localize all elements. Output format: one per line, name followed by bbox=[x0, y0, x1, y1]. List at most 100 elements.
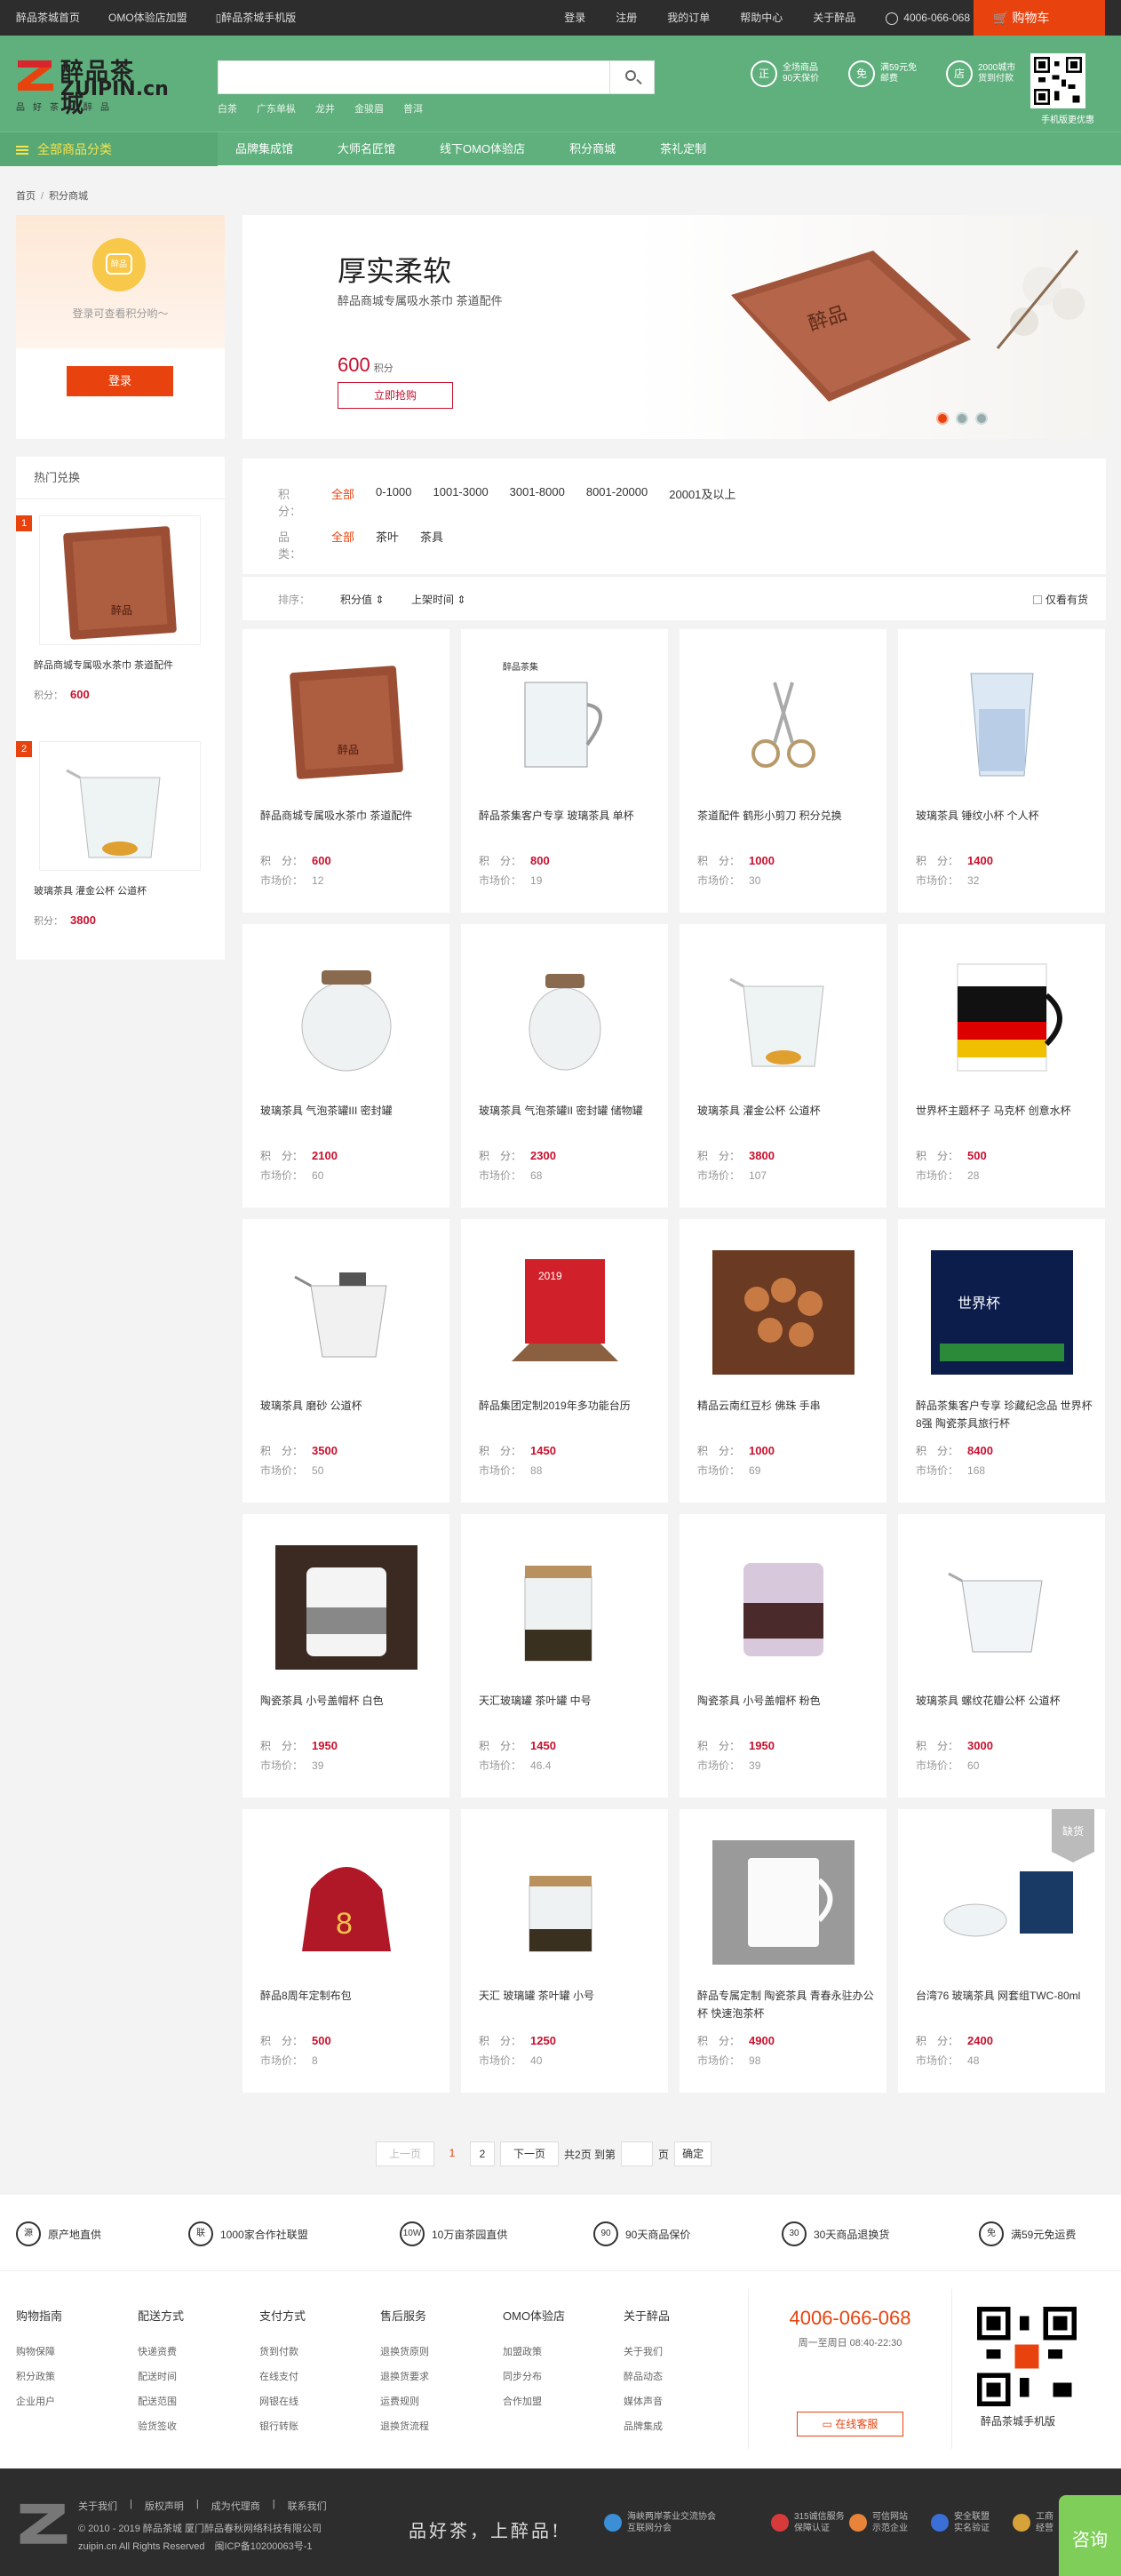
page-number[interactable]: 1 bbox=[440, 2141, 465, 2166]
nav-item-points-mall[interactable]: 积分商城 bbox=[569, 132, 616, 166]
product-card[interactable]: 玻璃茶具 气泡茶罐III 密封罐积 分： 2100 市场价： 60 bbox=[242, 924, 449, 1208]
product-card[interactable]: 天汇玻璃罐 茶叶罐 中号积 分： 1450 市场价： 46.4 bbox=[461, 1514, 668, 1798]
trust-badge[interactable]: 安全联盟 实名验证 bbox=[931, 2511, 990, 2534]
carousel-dot[interactable] bbox=[936, 412, 949, 425]
floating-consult-button[interactable]: 咨询 bbox=[1059, 2495, 1121, 2576]
product-name[interactable]: 玻璃茶具 磨砂 公道杯 bbox=[260, 1397, 438, 1415]
login-button[interactable]: 登录 bbox=[67, 366, 173, 396]
product-image-wrap[interactable] bbox=[485, 1541, 645, 1670]
footer-link[interactable]: 退换货原则 bbox=[380, 2340, 429, 2365]
hotword[interactable]: 普洱 bbox=[403, 101, 423, 116]
footer-link[interactable]: 在线支付 bbox=[259, 2365, 306, 2389]
trust-badge[interactable]: 可信网站 示范企业 bbox=[849, 2511, 908, 2534]
bottom-link-about[interactable]: 关于我们 bbox=[78, 2499, 117, 2513]
product-name[interactable]: 玻璃茶具 气泡茶罐II 密封罐 储物罐 bbox=[479, 1102, 656, 1120]
product-name[interactable]: 陶瓷茶具 小号盖帽杯 白色 bbox=[260, 1692, 438, 1710]
online-service-button[interactable]: ▭ 在线客服 bbox=[797, 2412, 903, 2436]
product-card[interactable]: 玻璃茶具 气泡茶罐II 密封罐 储物罐积 分： 2300 市场价： 68 bbox=[461, 924, 668, 1208]
search-button[interactable] bbox=[609, 61, 654, 93]
next-page-button[interactable]: 下一页 bbox=[500, 2141, 560, 2166]
footer-link[interactable]: 品牌集成 bbox=[624, 2414, 670, 2439]
footer-link[interactable]: 配送时间 bbox=[138, 2365, 184, 2389]
footer-link[interactable]: 积分政策 bbox=[16, 2365, 62, 2389]
product-name[interactable]: 醉品集团定制2019年多功能台历 bbox=[479, 1397, 656, 1415]
filter-option[interactable]: 全部 bbox=[331, 528, 354, 562]
trust-badge[interactable]: 工商 经营 bbox=[1013, 2511, 1053, 2534]
product-card[interactable]: 陶瓷茶具 小号盖帽杯 白色积 分： 1950 市场价： 39 bbox=[242, 1514, 449, 1798]
product-card[interactable]: 8 醉品8周年定制布包积 分： 500 市场价： 8 bbox=[242, 1809, 449, 2093]
hot-item[interactable]: 1 醉品 醉品商城专属吸水茶巾 茶道配件 积分： 600 bbox=[16, 515, 225, 720]
search-input[interactable] bbox=[219, 61, 609, 93]
product-image-wrap[interactable]: 8 bbox=[266, 1836, 426, 1965]
product-name[interactable]: 台湾76 玻璃茶具 网套组TWC-80ml bbox=[916, 1987, 1093, 2005]
product-name[interactable]: 醉品茶集客户专享 玻璃茶具 单杯 bbox=[479, 807, 656, 825]
link-register[interactable]: 注册 bbox=[616, 0, 637, 36]
nav-item-masters[interactable]: 大师名匠馆 bbox=[338, 132, 395, 166]
product-name[interactable]: 醉品专属定制 陶瓷茶具 青春永驻办公杯 快速泡茶杯 bbox=[697, 1987, 875, 2022]
sort-by-points[interactable]: 积分值 ⇕ bbox=[340, 592, 384, 607]
product-image-wrap[interactable] bbox=[704, 656, 863, 785]
carousel-dot[interactable] bbox=[956, 412, 968, 425]
link-omo-join[interactable]: OMO体验店加盟 bbox=[108, 0, 187, 36]
footer-link[interactable]: 合作加盟 bbox=[503, 2389, 565, 2414]
product-image-wrap[interactable] bbox=[704, 951, 863, 1080]
product-image-wrap[interactable] bbox=[704, 1836, 863, 1965]
product-name[interactable]: 醉品8周年定制布包 bbox=[260, 1987, 438, 2005]
product-card[interactable]: 玻璃茶具 灌金公杯 公道杯积 分： 3800 市场价： 107 bbox=[680, 924, 886, 1208]
nav-item-gift[interactable]: 茶礼定制 bbox=[660, 132, 706, 166]
product-card[interactable]: 天汇 玻璃罐 茶叶罐 小号积 分： 1250 市场价： 40 bbox=[461, 1809, 668, 2093]
bottom-link-agent[interactable]: 成为代理商 bbox=[211, 2499, 260, 2513]
footer-link[interactable]: 购物保障 bbox=[16, 2340, 62, 2365]
product-card[interactable]: 世界杯 醉品茶集客户专享 珍藏纪念品 世界杯8强 陶瓷茶具旅行杯积 分： 8400 市… bbox=[898, 1219, 1105, 1503]
link-home[interactable]: 醉品茶城首页 bbox=[16, 0, 80, 36]
product-image-wrap[interactable] bbox=[485, 951, 645, 1080]
link-help[interactable]: 帮助中心 bbox=[740, 0, 783, 36]
product-card[interactable]: 2019 醉品集团定制2019年多功能台历积 分： 1450 市场价： 88 bbox=[461, 1219, 668, 1503]
footer-link[interactable]: 验货签收 bbox=[138, 2414, 184, 2439]
footer-link[interactable]: 快递资费 bbox=[138, 2340, 184, 2365]
footer-link[interactable]: 网银在线 bbox=[259, 2389, 306, 2414]
product-image-wrap[interactable] bbox=[266, 951, 426, 1080]
product-card[interactable]: 茶道配件 鹤形小剪刀 积分兑换积 分： 1000 市场价： 30 bbox=[680, 629, 886, 913]
hot-item-image[interactable] bbox=[39, 741, 201, 871]
site-logo[interactable]: 醉品茶城 ZUIPIN.cn 品好茶上醉品 bbox=[16, 52, 169, 117]
product-card[interactable]: 醉品茶集 醉品茶集客户专享 玻璃茶具 单杯积 分： 800 市场价： 19 bbox=[461, 629, 668, 913]
product-image-wrap[interactable]: 醉品茶集 bbox=[485, 656, 645, 785]
product-card[interactable]: 精品云南红豆杉 佛珠 手串积 分： 1000 市场价： 69 bbox=[680, 1219, 886, 1503]
product-card[interactable]: 玻璃茶具 锤纹小杯 个人杯积 分： 1400 市场价： 32 bbox=[898, 629, 1105, 913]
product-name[interactable]: 玻璃茶具 螺纹花瓣公杯 公道杯 bbox=[916, 1692, 1093, 1710]
link-login[interactable]: 登录 bbox=[564, 0, 585, 36]
hotword[interactable]: 广东单枞 bbox=[257, 101, 296, 116]
product-name[interactable]: 精品云南红豆杉 佛珠 手串 bbox=[697, 1397, 875, 1415]
page-jump-button[interactable]: 确定 bbox=[674, 2141, 712, 2166]
product-name[interactable]: 醉品商城专属吸水茶巾 茶道配件 bbox=[260, 807, 438, 825]
in-stock-checkbox[interactable]: 仅看有货 bbox=[1032, 592, 1088, 607]
link-about[interactable]: 关于醉品 bbox=[813, 0, 855, 36]
product-card[interactable]: 世界杯主题杯子 马克杯 创意水杯积 分： 500 市场价： 28 bbox=[898, 924, 1105, 1208]
nav-item-omo[interactable]: 线下OMO体验店 bbox=[440, 132, 525, 166]
product-card[interactable]: 醉品专属定制 陶瓷茶具 青春永驻办公杯 快速泡茶杯积 分： 4900 市场价： 98 bbox=[680, 1809, 886, 2093]
footer-link[interactable]: 货到付款 bbox=[259, 2340, 306, 2365]
product-image-wrap[interactable] bbox=[922, 1836, 1082, 1965]
footer-link[interactable]: 醉品动态 bbox=[624, 2365, 670, 2389]
carousel-dot[interactable] bbox=[975, 412, 988, 425]
page-jump-input[interactable] bbox=[621, 2141, 654, 2166]
cart-button[interactable]: 🛒 购物车 bbox=[974, 0, 1105, 36]
trust-badge[interactable]: 315诚信服务 保障认证 bbox=[771, 2511, 845, 2534]
product-name[interactable]: 天汇 玻璃罐 茶叶罐 小号 bbox=[479, 1987, 656, 2005]
product-image-wrap[interactable] bbox=[266, 1246, 426, 1375]
bottom-link-copyright[interactable]: 版权声明 bbox=[145, 2499, 184, 2513]
link-my-orders[interactable]: 我的订单 bbox=[667, 0, 710, 36]
product-image-wrap[interactable] bbox=[922, 951, 1082, 1080]
product-image-wrap[interactable] bbox=[922, 656, 1082, 785]
nav-item-brands[interactable]: 品牌集成馆 bbox=[235, 132, 293, 166]
product-image-wrap[interactable]: 醉品 bbox=[266, 656, 426, 785]
footer-link[interactable]: 加盟政策 bbox=[503, 2340, 565, 2365]
footer-link[interactable]: 退换货流程 bbox=[380, 2414, 429, 2439]
footer-link[interactable]: 媒体声音 bbox=[624, 2389, 670, 2414]
product-image-wrap[interactable] bbox=[485, 1836, 645, 1965]
product-card[interactable]: 玻璃茶具 磨砂 公道杯积 分： 3500 市场价： 50 bbox=[242, 1219, 449, 1503]
product-card[interactable]: 玻璃茶具 螺纹花瓣公杯 公道杯积 分： 3000 市场价： 60 bbox=[898, 1514, 1105, 1798]
hotword[interactable]: 白茶 bbox=[218, 101, 237, 116]
filter-option[interactable]: 茶叶 bbox=[376, 528, 399, 562]
